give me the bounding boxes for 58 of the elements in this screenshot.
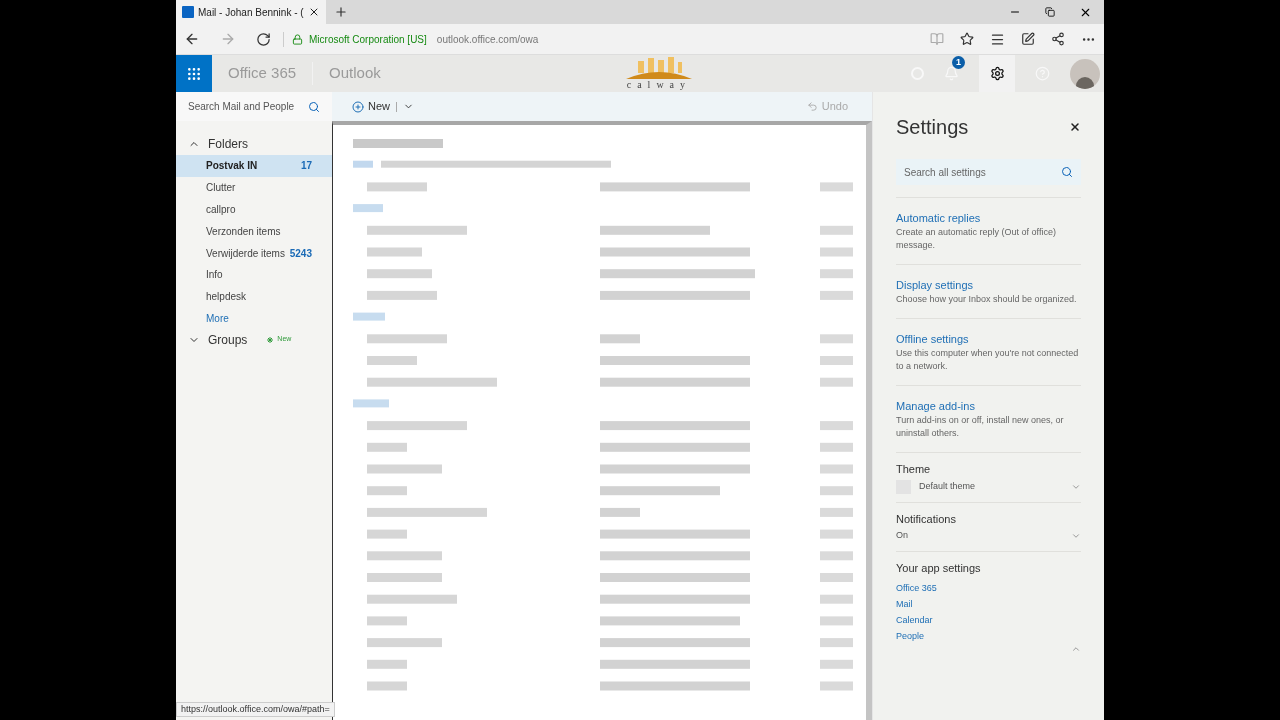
settings-icon[interactable]: [989, 66, 1005, 81]
settings-link[interactable]: Manage add-ins: [896, 398, 1081, 414]
logo-text: calway: [626, 79, 692, 91]
settings-description: Choose how your Inbox should be organized.: [896, 293, 1078, 306]
waffle-icon: [186, 65, 202, 82]
settings-description: Use this computer when you're not connected to a network.: [896, 347, 1080, 373]
status-url-tooltip: https://outlook.office.com/owa/#path=: [176, 702, 335, 717]
more-link[interactable]: More: [176, 307, 229, 329]
new-button[interactable]: New: [352, 98, 390, 115]
search-icon[interactable]: [1061, 166, 1073, 178]
bell-icon[interactable]: [944, 66, 959, 81]
avatar[interactable]: [1070, 58, 1100, 89]
section-title: Notifications: [896, 511, 957, 527]
dropdown[interactable]: Default theme: [896, 479, 1081, 494]
settings-link[interactable]: Automatic replies: [896, 210, 1081, 226]
section-title: Your app settings: [896, 560, 982, 576]
settings-link[interactable]: Offline settings: [896, 331, 1081, 347]
app-settings-link[interactable]: Calendar: [896, 612, 933, 628]
outlook-icon: [182, 6, 194, 18]
settings-description: Turn add-ins on or off, install new ones, or uninstall others.: [896, 414, 1065, 440]
settings-search-input[interactable]: Search all settings: [904, 164, 1061, 180]
favorite-icon[interactable]: [960, 32, 974, 46]
note-icon[interactable]: [1021, 32, 1035, 46]
settings-title: Settings: [896, 115, 969, 140]
browser-tab[interactable]: Mail - Johan Bennink - (: [176, 0, 326, 24]
folder-item[interactable]: Postvak IN 17: [176, 155, 332, 177]
folder-item[interactable]: callpro: [176, 198, 332, 221]
lock-icon: [292, 33, 303, 45]
app-settings-link[interactable]: Office 365: [896, 580, 937, 596]
folder-item[interactable]: helpdesk: [176, 285, 332, 308]
share-icon[interactable]: [1051, 32, 1065, 46]
folder-item[interactable]: Clutter: [176, 176, 332, 199]
plus-icon: [352, 100, 364, 113]
undo-icon: [806, 101, 818, 112]
notification-badge: 1: [952, 56, 965, 69]
app-settings-link[interactable]: Mail: [896, 596, 913, 612]
settings-search-field[interactable]: Search all settings: [896, 159, 1081, 185]
section-title: Theme: [896, 462, 932, 477]
search-icon[interactable]: [308, 100, 320, 113]
refresh-icon[interactable]: [256, 31, 271, 47]
folder-item[interactable]: Verzonden items: [176, 220, 332, 243]
settings-link[interactable]: Display settings: [896, 277, 1081, 293]
app-settings-link[interactable]: People: [896, 628, 925, 644]
search-field[interactable]: Search Mail and People: [176, 92, 332, 121]
settings-description: Create an automatic reply (Out of office) message.: [896, 226, 1057, 252]
close-icon[interactable]: [1069, 121, 1081, 133]
folder-item[interactable]: Verwijderde items 5243: [176, 242, 332, 264]
restore-icon[interactable]: [1045, 7, 1055, 17]
sparkle-icon: [267, 336, 274, 343]
new-tab-icon[interactable]: [334, 5, 348, 19]
hub-icon[interactable]: [990, 31, 1005, 47]
dropdown[interactable]: On: [896, 529, 1081, 543]
folders-header[interactable]: Folders: [176, 133, 332, 155]
back-icon[interactable]: [184, 31, 200, 47]
search-input[interactable]: Search Mail and People: [188, 99, 308, 114]
close-icon[interactable]: [308, 6, 320, 18]
app-launcher-button[interactable]: [176, 55, 212, 92]
folder-item[interactable]: Info: [176, 264, 332, 286]
